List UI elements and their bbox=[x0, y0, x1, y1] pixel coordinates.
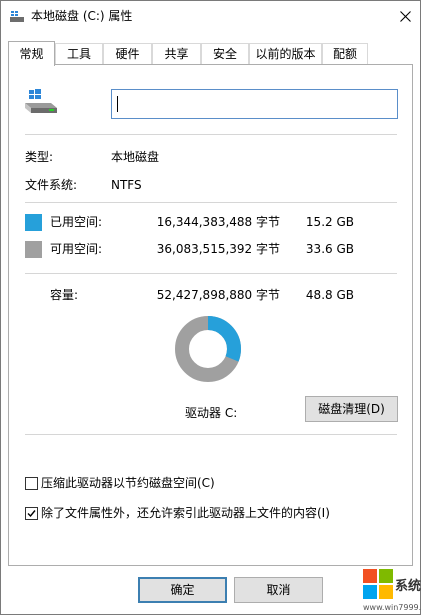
filesystem-label: 文件系统: bbox=[25, 178, 78, 192]
filesystem-value: NTFS bbox=[111, 178, 142, 192]
watermark: 系统粉 www.win7999.com bbox=[363, 569, 421, 616]
tab-general[interactable]: 常规 bbox=[8, 41, 55, 66]
separator bbox=[25, 134, 397, 135]
capacity-size: 48.8 GB bbox=[305, 288, 354, 302]
text-caret bbox=[117, 96, 118, 112]
ok-button[interactable]: 确定 bbox=[138, 577, 227, 603]
type-label: 类型: bbox=[25, 150, 54, 164]
capacity-bytes: 52,427,898,880 字节 bbox=[156, 288, 280, 302]
close-button[interactable] bbox=[391, 1, 420, 32]
tab-sharing[interactable]: 共享 bbox=[152, 43, 201, 64]
cancel-button[interactable]: 取消 bbox=[234, 577, 323, 603]
free-space-swatch bbox=[25, 241, 42, 258]
type-value: 本地磁盘 bbox=[111, 150, 160, 164]
tab-security[interactable]: 安全 bbox=[201, 43, 249, 64]
drive-icon bbox=[10, 11, 24, 22]
separator bbox=[25, 434, 397, 435]
watermark-text: 系统粉 bbox=[395, 579, 421, 594]
tab-strip: 常规 工具 硬件 共享 安全 以前的版本 配额 bbox=[8, 41, 414, 66]
free-space-size: 33.6 GB bbox=[305, 242, 354, 256]
tab-quota[interactable]: 配额 bbox=[322, 43, 368, 64]
title-bar[interactable]: 本地磁盘 (C:) 属性 bbox=[1, 1, 420, 32]
free-space-bytes: 36,083,515,392 字节 bbox=[156, 242, 280, 256]
used-space-swatch bbox=[25, 214, 42, 231]
checkmark-icon bbox=[27, 510, 36, 518]
usage-donut-chart bbox=[175, 316, 241, 382]
compress-checkbox[interactable] bbox=[25, 477, 38, 490]
tab-tools[interactable]: 工具 bbox=[55, 43, 103, 64]
index-checkbox-label[interactable]: 除了文件属性外，还允许索引此驱动器上文件的内容(I) bbox=[41, 506, 330, 521]
drive-name-input[interactable] bbox=[111, 89, 398, 119]
separator bbox=[25, 202, 397, 203]
close-icon bbox=[400, 11, 411, 22]
watermark-url: www.win7999.com bbox=[363, 603, 421, 612]
used-space-bytes: 16,344,383,488 字节 bbox=[156, 215, 280, 229]
disk-cleanup-button[interactable]: 磁盘清理(D) bbox=[305, 396, 398, 422]
capacity-label: 容量: bbox=[50, 288, 79, 302]
tab-previous-versions[interactable]: 以前的版本 bbox=[249, 43, 322, 64]
drive-icon bbox=[25, 89, 57, 113]
windows-logo-icon bbox=[363, 569, 393, 599]
used-space-size: 15.2 GB bbox=[305, 215, 354, 229]
window-title: 本地磁盘 (C:) 属性 bbox=[31, 9, 133, 23]
free-space-label: 可用空间: bbox=[50, 242, 103, 256]
index-checkbox[interactable] bbox=[25, 507, 38, 520]
separator bbox=[25, 273, 397, 274]
properties-dialog: 本地磁盘 (C:) 属性 常规 工具 硬件 共享 安全 以前的版本 配额 类型:… bbox=[0, 0, 421, 615]
compress-checkbox-label[interactable]: 压缩此驱动器以节约磁盘空间(C) bbox=[41, 476, 215, 491]
used-space-label: 已用空间: bbox=[50, 215, 103, 229]
tab-hardware[interactable]: 硬件 bbox=[103, 43, 152, 64]
drive-caption: 驱动器 C: bbox=[185, 406, 238, 420]
